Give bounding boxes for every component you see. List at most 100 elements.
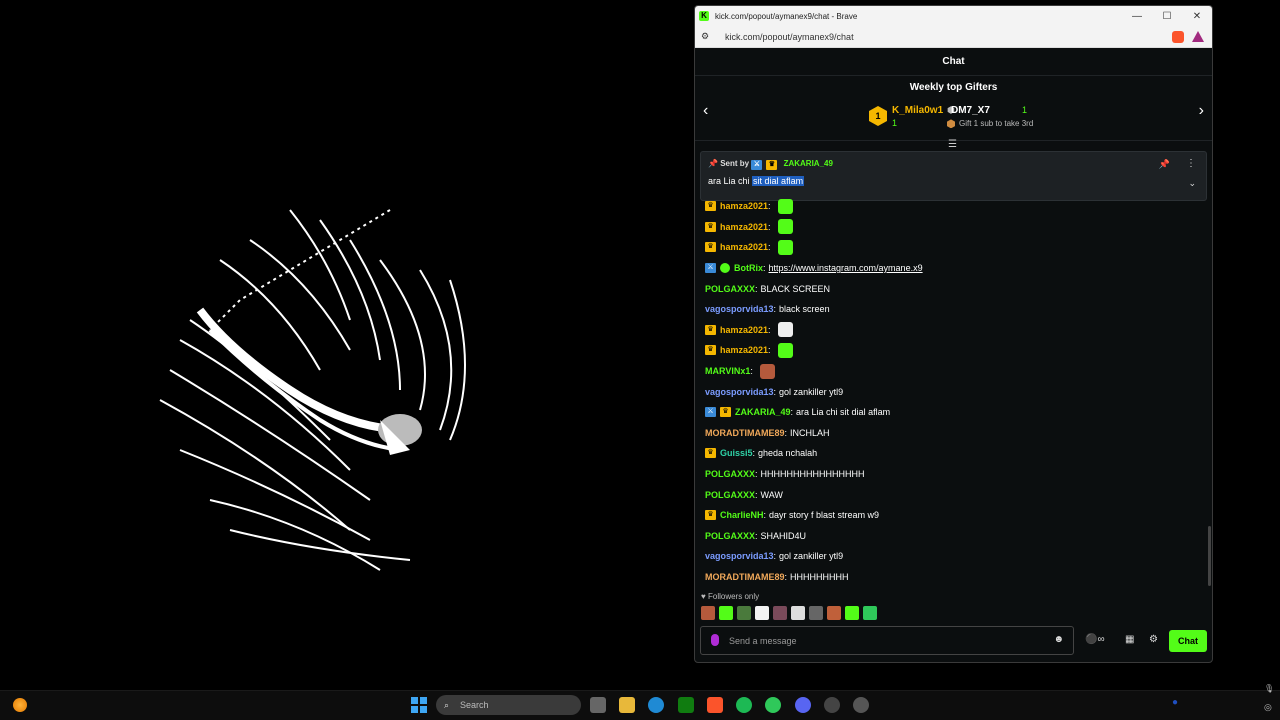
chat-username[interactable]: hamza2021 — [720, 345, 768, 355]
taskbar-search[interactable]: ⌕ Search — [436, 695, 581, 715]
chat-username[interactable]: hamza2021 — [720, 242, 768, 252]
chat-username[interactable]: vagosporvida13 — [705, 551, 774, 561]
file-explorer-icon[interactable] — [619, 697, 635, 713]
settings-toggle-icon[interactable]: ⚫∞ — [1085, 634, 1105, 645]
separator: : — [768, 201, 771, 212]
chat-scrollbar[interactable] — [1208, 526, 1211, 586]
emote-9[interactable] — [845, 606, 859, 620]
chat-username[interactable]: Guissi5 — [720, 448, 753, 458]
chat-username[interactable]: MARVINx1 — [705, 366, 750, 376]
xbox-icon[interactable] — [678, 697, 694, 713]
chat-message: ♛ hamza2021: — [705, 320, 1195, 341]
send-chat-button[interactable]: Chat — [1169, 630, 1207, 652]
chat-link[interactable]: https://www.instagram.com/aymane.x9 — [769, 263, 923, 273]
chat-username[interactable]: POLGAXXX — [705, 490, 755, 500]
steam-icon[interactable] — [853, 697, 869, 713]
kick-favicon-icon: K — [699, 11, 709, 21]
gear-icon[interactable]: ⚙ — [1149, 634, 1158, 645]
crown-badge-icon: ♛ — [705, 201, 716, 212]
second-gifter-count: 1 — [1022, 105, 1028, 115]
emote-10[interactable] — [863, 606, 877, 620]
chat-message: MORADTIMAME89: HHHHHHHHH — [705, 567, 1195, 588]
url-text[interactable]: kick.com/popout/aymanex9/chat — [725, 32, 1172, 42]
close-button[interactable]: ✕ — [1182, 11, 1212, 22]
microphone-icon[interactable] — [711, 634, 719, 646]
separator: : — [768, 324, 771, 335]
emote-icon[interactable] — [777, 322, 793, 338]
skeletal-artwork — [159, 209, 466, 571]
settings-app-icon[interactable] — [824, 697, 840, 713]
chat-username[interactable]: vagosporvida13 — [705, 304, 774, 314]
crown-badge-icon: ♛ — [705, 242, 716, 253]
emote-5[interactable] — [773, 606, 787, 620]
chat-username[interactable]: ZAKARIA_49 — [735, 407, 791, 417]
chat-text: INCHLAH — [790, 427, 830, 438]
emote-icon[interactable] — [777, 342, 793, 358]
more-options-icon[interactable]: ⋮ — [1186, 158, 1196, 169]
first-gifter-name[interactable]: K_Mila0w1 — [892, 105, 943, 116]
brave-browser-icon[interactable] — [707, 697, 723, 713]
weather-icon[interactable] — [13, 698, 27, 712]
microphone-tray-icon[interactable]: 🎙 — [1264, 684, 1274, 693]
chat-message: ♛ hamza2021: — [705, 237, 1195, 258]
second-gifter-name[interactable]: DM7_X7 — [951, 105, 990, 116]
spotify-icon[interactable] — [736, 697, 752, 713]
emote-3[interactable] — [737, 606, 751, 620]
chat-message: vagosporvida13: black screen — [705, 299, 1195, 320]
unpin-icon[interactable]: 📌 — [1159, 159, 1170, 170]
tray-microphone-icon[interactable]: ● — [1172, 697, 1178, 708]
green-app-icon[interactable] — [765, 697, 781, 713]
moderator-badge-icon: ⚔ — [705, 263, 716, 274]
pinned-header: 📌 Sent by ⚔ ♛ ZAKARIA_49 — [708, 159, 833, 170]
emote-icon[interactable] — [759, 363, 775, 379]
followers-only-label: Followers only — [707, 592, 760, 601]
edge-browser-icon[interactable] — [648, 697, 664, 713]
chat-username[interactable]: MORADTIMAME89 — [705, 572, 785, 582]
next-arrow-icon[interactable]: › — [1199, 102, 1204, 120]
chevron-down-icon[interactable]: ⌄ — [1188, 178, 1196, 189]
chat-username[interactable]: MORADTIMAME89 — [705, 428, 785, 438]
crown-badge-icon: ♛ — [766, 160, 778, 170]
maximize-button[interactable]: ☐ — [1152, 11, 1182, 22]
emote-icon[interactable] — [777, 239, 793, 255]
chat-username[interactable]: POLGAXXX — [705, 284, 755, 294]
message-input[interactable] — [729, 633, 1039, 649]
task-view-icon[interactable] — [590, 697, 606, 713]
emote-4[interactable] — [755, 606, 769, 620]
moderator-badge-icon: ⚔ — [705, 407, 716, 418]
minimize-button[interactable]: — — [1122, 11, 1152, 22]
chat-text: gol zankiller ytl9 — [779, 386, 844, 397]
emote-7[interactable] — [809, 606, 823, 620]
emote-1[interactable] — [701, 606, 715, 620]
chat-username[interactable]: POLGAXXX — [705, 469, 755, 479]
separator: : — [755, 530, 758, 541]
chat-username[interactable]: vagosporvida13 — [705, 387, 774, 397]
previous-arrow-icon[interactable]: ‹ — [703, 102, 708, 120]
brave-shields-icon[interactable] — [1172, 30, 1184, 43]
emote-6[interactable] — [791, 606, 805, 620]
store-icon[interactable]: ▦ — [1125, 634, 1134, 645]
separator: : — [768, 242, 771, 253]
windows-start-icon[interactable] — [411, 697, 427, 713]
filter-icon[interactable]: ☰ — [948, 139, 957, 150]
chat-username[interactable]: POLGAXXX — [705, 531, 755, 541]
site-settings-icon[interactable]: ⚙ — [701, 31, 715, 42]
search-icon: ⌕ — [444, 700, 450, 710]
emote-icon[interactable] — [777, 198, 793, 214]
brave-rewards-icon[interactable] — [1192, 31, 1204, 42]
emoji-picker-icon[interactable]: ☻ — [1053, 634, 1064, 645]
discord-icon[interactable] — [795, 697, 811, 713]
title-bar: K kick.com/popout/aymanex9/chat - Brave … — [695, 6, 1212, 26]
chat-username[interactable]: BotRix — [734, 263, 763, 273]
message-composer: ☻ — [700, 626, 1074, 655]
chat-username[interactable]: hamza2021 — [720, 201, 768, 211]
chat-username[interactable]: hamza2021 — [720, 222, 768, 232]
emote-2[interactable] — [719, 606, 733, 620]
emote-8[interactable] — [827, 606, 841, 620]
pinned-username[interactable]: ZAKARIA_49 — [784, 159, 833, 168]
emote-icon[interactable] — [777, 219, 793, 235]
chat-username[interactable]: hamza2021 — [720, 325, 768, 335]
address-bar[interactable]: ⚙ kick.com/popout/aymanex9/chat — [695, 26, 1212, 48]
chat-username[interactable]: CharlieNH — [720, 510, 764, 520]
location-icon[interactable]: ◎ — [1264, 702, 1272, 713]
